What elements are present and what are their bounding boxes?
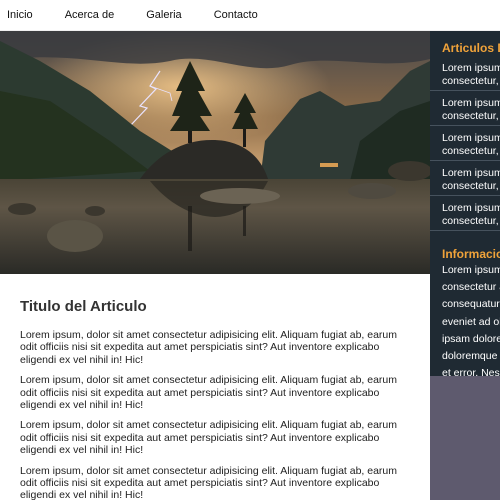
sidebar-article-item[interactable]: Lorem ipsum consectetur, a <box>442 62 500 87</box>
sidebar-info-text: Lorem ipsum consectetur a consequatur ev… <box>442 262 500 382</box>
article: Titulo del Articulo Lorem ipsum, dolor s… <box>0 274 430 500</box>
sidebar-article-line: consectetur, a <box>442 74 500 87</box>
article-paragraph: Lorem ipsum, dolor sit amet consectetur … <box>20 329 398 366</box>
article-paragraph: Lorem ipsum, dolor sit amet consectetur … <box>20 374 398 412</box>
sidebar-article-line: Lorem ipsum <box>442 62 500 74</box>
sidebar-info-line: consequatur <box>442 298 500 311</box>
sidebar-info-line: Lorem ipsum <box>442 264 500 276</box>
sidebar-info-line: consectetur a <box>442 281 500 294</box>
sidebar: Articulos D Lorem ipsum consectetur, a L… <box>430 31 500 500</box>
nav-link-contacto[interactable]: Contacto <box>214 9 258 21</box>
sidebar-divider <box>430 195 500 196</box>
nav-link-acerca-de[interactable]: Acerca de <box>65 9 115 21</box>
sidebar-info-heading: Informacio <box>442 247 500 261</box>
sidebar-info-line: eveniet ad ob <box>442 315 500 328</box>
sidebar-divider <box>430 230 500 231</box>
sidebar-article-item[interactable]: Lorem ipsum consectetur, a <box>442 97 500 122</box>
sidebar-article-item[interactable]: Lorem ipsum consectetur, a <box>442 167 500 192</box>
sidebar-divider <box>430 125 500 126</box>
sidebar-article-line: consectetur, a <box>442 214 500 227</box>
landscape-photo-icon <box>0 31 430 274</box>
sidebar-divider <box>430 90 500 91</box>
sidebar-article-line: Lorem ipsum <box>442 202 500 214</box>
top-nav: Inicio Acerca de Galeria Contacto <box>0 0 500 31</box>
nav-link-galeria[interactable]: Galeria <box>146 9 181 21</box>
sidebar-articles-heading: Articulos D <box>442 41 500 55</box>
article-paragraph: Lorem ipsum, dolor sit amet consectetur … <box>20 419 398 457</box>
sidebar-article-line: Lorem ipsum <box>442 97 500 109</box>
hero-image <box>0 31 430 274</box>
sidebar-article-line: consectetur, a <box>442 109 500 122</box>
sidebar-article-line: consectetur, a <box>442 144 500 157</box>
article-paragraph: Lorem ipsum, dolor sit amet consectetur … <box>20 464 398 500</box>
sidebar-divider <box>430 160 500 161</box>
sidebar-footer <box>430 376 500 500</box>
sidebar-article-item[interactable]: Lorem ipsum consectetur, a <box>442 202 500 227</box>
sidebar-article-item[interactable]: Lorem ipsum consectetur, a <box>442 132 500 157</box>
article-title: Titulo del Articulo <box>20 298 147 315</box>
sidebar-article-line: Lorem ipsum <box>442 132 500 144</box>
sidebar-article-line: Lorem ipsum <box>442 167 500 179</box>
nav-link-inicio[interactable]: Inicio <box>7 9 33 21</box>
sidebar-article-line: consectetur, a <box>442 179 500 192</box>
sidebar-info-line: ipsam dolore <box>442 332 500 345</box>
sidebar-info-line: doloremque s <box>442 350 500 363</box>
